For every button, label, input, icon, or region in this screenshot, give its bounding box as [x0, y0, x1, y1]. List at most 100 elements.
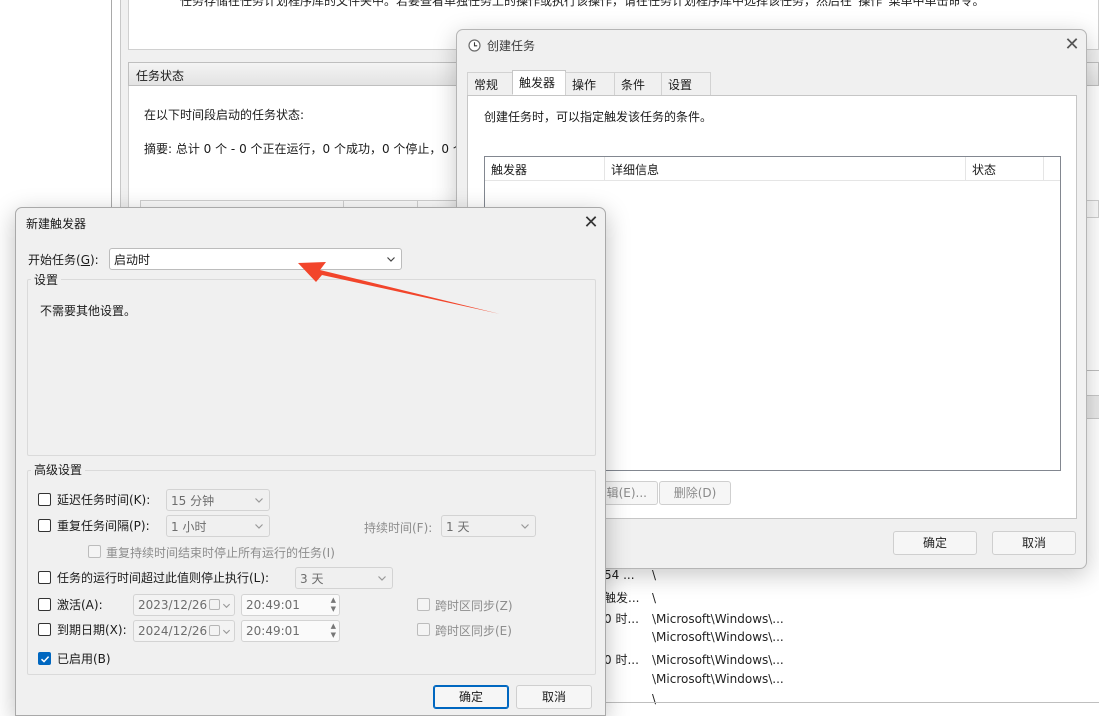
- tab-conditions[interactable]: 条件: [614, 72, 662, 95]
- activate-date-picker[interactable]: 2023/12/26: [133, 594, 235, 616]
- expire-sync-label: 跨时区同步(E): [435, 624, 512, 638]
- table-row[interactable]: 触发... \: [604, 589, 656, 606]
- cancel-button[interactable]: 取消: [992, 531, 1076, 555]
- settings-group-label: 设置: [31, 271, 62, 288]
- ok-button[interactable]: 确定: [893, 531, 977, 555]
- stop-at-duration-end-label: 重复持续时间结束时停止所有运行的任务(I): [106, 546, 335, 560]
- button-label: 辑(E)...: [606, 486, 647, 500]
- expire-label: 到期日期(X):: [57, 623, 127, 637]
- row-cell: \: [652, 568, 657, 582]
- activate-sync-checkbox[interactable]: [417, 598, 430, 611]
- select-value: 15 分钟: [171, 494, 215, 508]
- ok-button[interactable]: 确定: [433, 685, 509, 709]
- select-value: 启动时: [114, 253, 151, 267]
- spinner-arrows-icon: ▲ ▼: [330, 596, 336, 613]
- row-cell: \Microsoft\Windows\...: [652, 653, 784, 667]
- divider: [604, 702, 1099, 703]
- button-label: 取消: [541, 690, 566, 704]
- delay-select[interactable]: 15 分钟: [166, 489, 270, 511]
- duration-label: 持续时间(F):: [364, 521, 433, 535]
- date-value: 2023/12/26: [138, 598, 208, 612]
- triggers-description: 创建任务时，可以指定触发该任务的条件。: [484, 110, 713, 124]
- chevron-down-icon: [255, 524, 263, 529]
- section-header-strip: [1087, 395, 1099, 419]
- chevron-down-icon: [222, 603, 231, 609]
- row-cell: \: [652, 591, 657, 605]
- task-status-title: 任务状态: [136, 69, 185, 83]
- activate-checkbox[interactable]: [38, 598, 51, 611]
- calendar-icon: [209, 599, 220, 610]
- button-label: 确定: [458, 690, 483, 704]
- chevron-down-icon: [521, 524, 529, 529]
- activate-time-spinner[interactable]: 20:49:01 ▲ ▼: [241, 594, 340, 616]
- table-row[interactable]: \Microsoft\Windows\...: [604, 630, 784, 644]
- chevron-down-icon: [378, 576, 386, 581]
- close-icon[interactable]: ✕: [1060, 34, 1084, 56]
- label-text: 开始任务(: [28, 253, 81, 267]
- column-label: 状态: [972, 163, 997, 177]
- activate-sync-label: 跨时区同步(Z): [435, 599, 513, 613]
- select-value: 1 天: [446, 520, 470, 534]
- table-row[interactable]: \: [604, 692, 656, 706]
- tab-general[interactable]: 常规: [467, 72, 513, 95]
- task-status-intro: 在以下时间段启动的任务状态:: [144, 108, 305, 122]
- column-label: 详细信息: [611, 163, 660, 177]
- checkmark-icon: [40, 656, 50, 663]
- delay-checkbox[interactable]: [38, 493, 51, 506]
- repeat-checkbox[interactable]: [38, 519, 51, 532]
- row-cell: \: [652, 692, 657, 706]
- date-value: 2024/12/26: [138, 624, 208, 638]
- duration-select[interactable]: 1 天: [441, 515, 536, 537]
- enabled-checkbox[interactable]: [38, 652, 51, 665]
- row-cell: 0 时...: [604, 612, 639, 626]
- row-cell: 0 时...: [604, 653, 639, 667]
- stop-at-duration-end-checkbox[interactable]: [88, 545, 101, 558]
- chevron-down-icon: [255, 498, 263, 503]
- column-label: 触发器: [491, 163, 528, 177]
- activate-label: 激活(A):: [57, 598, 103, 612]
- row-cell: \Microsoft\Windows\...: [652, 672, 784, 686]
- row-cell: 54 ...: [604, 568, 635, 582]
- tab-label: 条件: [621, 78, 646, 92]
- divider: [1087, 370, 1099, 371]
- column-header-details[interactable]: 详细信息: [605, 157, 966, 181]
- expire-date-picker[interactable]: 2024/12/26: [133, 620, 235, 642]
- label-text: ):: [90, 253, 99, 267]
- button-label: 删除(D): [673, 486, 717, 500]
- label-accesskey: G: [80, 253, 90, 267]
- library-description: 任务存储在任务计划程序库的文件夹中。若要查看单独任务上的操作或执行该操作，请在任…: [180, 0, 985, 8]
- table-row[interactable]: 54 ... \: [604, 568, 656, 582]
- table-row[interactable]: \Microsoft\Windows\...: [604, 672, 784, 686]
- begin-task-label: 开始任务(G):: [28, 251, 99, 268]
- tab-triggers[interactable]: 触发器: [512, 70, 566, 95]
- settings-text: 不需要其他设置。: [40, 304, 137, 318]
- expire-checkbox[interactable]: [38, 623, 51, 636]
- row-cell: 触发...: [604, 591, 640, 605]
- select-value: 3 天: [300, 572, 324, 586]
- repeat-interval-select[interactable]: 1 小时: [166, 515, 270, 537]
- stop-if-longer-select[interactable]: 3 天: [295, 567, 393, 589]
- button-label: 取消: [1021, 536, 1046, 550]
- column-header-trigger[interactable]: 触发器: [485, 157, 605, 181]
- time-value: 20:49:01: [246, 624, 300, 638]
- expire-sync-checkbox[interactable]: [417, 623, 430, 636]
- column-header-status[interactable]: 状态: [966, 157, 1044, 181]
- tab-label: 设置: [668, 78, 693, 92]
- table-row[interactable]: 0 时... \Microsoft\Windows\...: [604, 651, 784, 668]
- expire-time-spinner[interactable]: 20:49:01 ▲ ▼: [241, 620, 340, 642]
- advanced-settings-label: 高级设置: [31, 461, 86, 478]
- table-row[interactable]: 0 时... \Microsoft\Windows\...: [604, 610, 784, 627]
- tab-actions[interactable]: 操作: [565, 72, 615, 95]
- chevron-down-icon: [222, 629, 231, 635]
- delete-trigger-button[interactable]: 删除(D): [659, 481, 731, 505]
- row-cell: \Microsoft\Windows\...: [652, 630, 784, 644]
- stop-if-longer-checkbox[interactable]: [38, 571, 51, 584]
- task-status-summary: 摘要: 总计 0 个 - 0 个正在运行，0 个成功，0 个停止，0 个: [144, 142, 465, 156]
- tab-settings[interactable]: 设置: [661, 72, 711, 95]
- tab-label: 操作: [572, 78, 597, 92]
- cancel-button[interactable]: 取消: [516, 685, 592, 709]
- close-icon[interactable]: ✕: [579, 211, 603, 235]
- time-value: 20:49:01: [246, 598, 300, 612]
- triggers-list-header: 触发器 详细信息 状态: [485, 157, 1060, 181]
- tab-label: 触发器: [519, 76, 556, 90]
